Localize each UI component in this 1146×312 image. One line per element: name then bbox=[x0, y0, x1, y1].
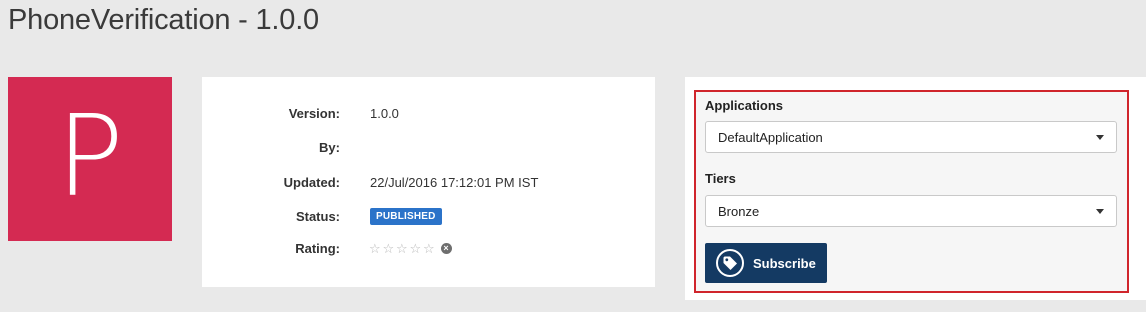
subscribe-button[interactable]: Subscribe bbox=[705, 243, 827, 283]
status-row: Status: PUBLISHED bbox=[202, 206, 655, 226]
clear-rating-icon[interactable]: × bbox=[440, 242, 452, 254]
by-row: By: bbox=[202, 137, 655, 157]
rating-row: Rating: ☆ ☆ ☆ ☆ ☆ × bbox=[202, 238, 655, 258]
version-value: 1.0.0 bbox=[370, 105, 399, 121]
star-icon[interactable]: ☆ bbox=[396, 242, 410, 255]
star-icon[interactable]: ☆ bbox=[423, 242, 437, 255]
applications-label: Applications bbox=[705, 98, 784, 113]
rating-label: Rating: bbox=[295, 240, 340, 256]
app-thumbnail-letter: P bbox=[56, 92, 124, 222]
tiers-selected-value: Bronze bbox=[718, 203, 760, 219]
chevron-down-icon bbox=[1096, 135, 1104, 140]
api-details-panel: Version: 1.0.0 By: Updated: 22/Jul/2016 … bbox=[202, 77, 655, 287]
star-icon[interactable]: ☆ bbox=[410, 242, 424, 255]
status-label: Status: bbox=[295, 208, 340, 224]
page-title: PhoneVerification - 1.0.0 bbox=[8, 4, 319, 36]
applications-select[interactable]: DefaultApplication bbox=[705, 121, 1117, 153]
status-badge: PUBLISHED bbox=[370, 207, 442, 225]
updated-row: Updated: 22/Jul/2016 17:12:01 PM IST bbox=[202, 172, 655, 192]
tiers-label: Tiers bbox=[705, 171, 736, 186]
by-label: By: bbox=[319, 139, 340, 155]
updated-label: Updated: bbox=[283, 174, 340, 190]
star-icon[interactable]: ☆ bbox=[369, 242, 383, 255]
updated-value: 22/Jul/2016 17:12:01 PM IST bbox=[370, 174, 539, 190]
applications-selected-value: DefaultApplication bbox=[718, 129, 823, 145]
chevron-down-icon bbox=[1096, 209, 1104, 214]
version-label: Version: bbox=[288, 105, 340, 121]
subscribe-label: Subscribe bbox=[753, 255, 816, 271]
version-row: Version: 1.0.0 bbox=[202, 103, 655, 123]
star-icon[interactable]: ☆ bbox=[383, 242, 397, 255]
tag-icon bbox=[716, 249, 744, 277]
tiers-select[interactable]: Bronze bbox=[705, 195, 1117, 227]
app-thumbnail: P bbox=[8, 77, 172, 241]
star-rating[interactable]: ☆ ☆ ☆ ☆ ☆ × bbox=[369, 242, 452, 255]
